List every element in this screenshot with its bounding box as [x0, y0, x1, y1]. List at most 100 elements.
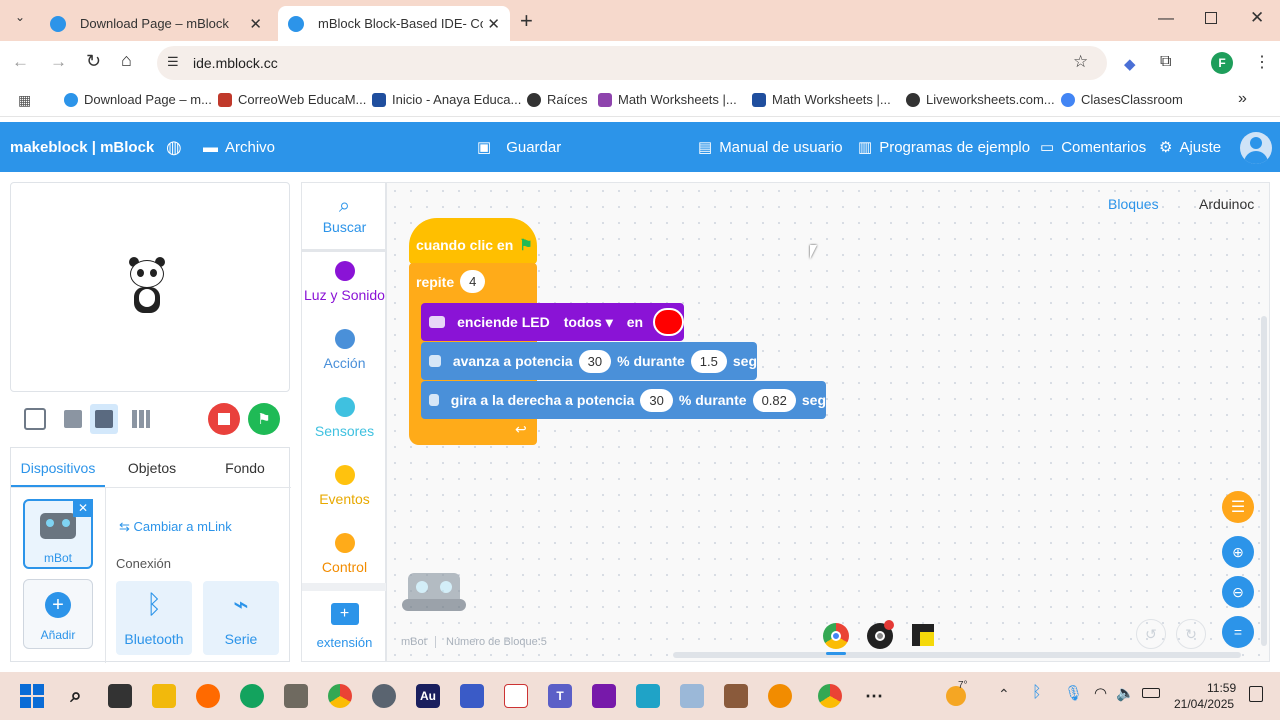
stop-button[interactable]: [208, 403, 240, 435]
turn-right-block[interactable]: gira a la derecha a potencia 30 % durant…: [421, 381, 826, 419]
reset-zoom-button[interactable]: =: [1222, 616, 1254, 648]
audition-icon[interactable]: Au: [416, 684, 440, 708]
game-app-icon[interactable]: [680, 684, 704, 708]
bookmark-star-icon[interactable]: ☆: [1073, 52, 1088, 72]
address-bar[interactable]: ☰ ide.mblock.cc ☆: [157, 46, 1107, 80]
panda-sprite[interactable]: [127, 257, 171, 319]
undo-icon[interactable]: ↺: [1136, 619, 1166, 649]
task-view-icon[interactable]: [108, 684, 132, 708]
category-control[interactable]: Control: [302, 533, 387, 575]
bluetooth-button[interactable]: ᛒ Bluetooth: [116, 581, 192, 655]
bookmark-item[interactable]: Inicio - Anaya Educa...: [372, 92, 521, 107]
more-apps-icon[interactable]: ⋯: [862, 684, 886, 708]
minecraft-icon[interactable]: [724, 684, 748, 708]
tab-mblock-ide[interactable]: mBlock Block-Based IDE- Codin ✕: [278, 6, 510, 41]
add-device-button[interactable]: + Añadir: [23, 579, 93, 649]
chrome-profile-icon[interactable]: [867, 620, 894, 649]
grid-view-icon[interactable]: [132, 410, 150, 428]
file-explorer-icon[interactable]: [152, 684, 176, 708]
user-avatar-icon[interactable]: [1240, 132, 1272, 164]
education-app-icon[interactable]: [636, 684, 660, 708]
settings-button[interactable]: ⚙ Ajuste: [1159, 122, 1221, 172]
windows-start-icon[interactable]: [20, 684, 44, 708]
close-window-icon[interactable]: ✕: [1250, 8, 1264, 28]
feedback-button[interactable]: ▭ Comentarios: [1040, 122, 1146, 172]
minimize-icon[interactable]: —: [1158, 10, 1174, 28]
chrome-active-icon[interactable]: [818, 684, 842, 708]
led-block[interactable]: enciende LED todos ▾ en: [421, 303, 684, 341]
tab-backdrops[interactable]: Fondo: [199, 460, 291, 476]
chrome-profile-icon[interactable]: [823, 623, 849, 649]
language-globe-icon[interactable]: ◍: [166, 122, 182, 172]
switch-mlink-link[interactable]: ⇆ Cambiar a mLink: [119, 519, 232, 535]
when-flag-clicked-block[interactable]: cuando clic en ⚑: [409, 218, 537, 264]
sticky-notes-icon[interactable]: [912, 624, 934, 646]
back-icon[interactable]: ←: [12, 52, 29, 72]
profile-avatar[interactable]: F: [1211, 52, 1233, 74]
collapse-panel-button[interactable]: ☰: [1222, 491, 1254, 523]
restore-icon[interactable]: [1205, 12, 1217, 24]
led-target-dropdown[interactable]: todos ▾: [564, 314, 613, 331]
browser-menu-icon[interactable]: ⋮: [1254, 52, 1270, 72]
redo-icon[interactable]: ↻: [1176, 619, 1206, 649]
move-power-input[interactable]: 30: [578, 349, 612, 373]
file-menu[interactable]: ▬ Archivo: [203, 122, 275, 172]
gimp-icon[interactable]: [284, 684, 308, 708]
category-sensors[interactable]: Sensores: [302, 397, 387, 439]
settings-gear-icon[interactable]: [372, 684, 396, 708]
extension-icon[interactable]: ◆: [1124, 55, 1136, 73]
zoom-in-button[interactable]: ⊕: [1222, 536, 1254, 568]
extensions-puzzle-icon[interactable]: ⧉: [1160, 53, 1171, 71]
bookmark-item[interactable]: Raíces: [527, 92, 587, 107]
notes-app-icon[interactable]: [504, 684, 528, 708]
extension-button[interactable]: + extensión: [302, 603, 387, 650]
turn-time-input[interactable]: 0.82: [752, 388, 796, 412]
bookmark-item[interactable]: Math Worksheets |...: [752, 92, 891, 107]
microphone-icon[interactable]: 🎙: [1064, 684, 1083, 702]
clock-date[interactable]: 21/04/2025: [1174, 697, 1234, 711]
bookmark-item[interactable]: Download Page – m...: [64, 92, 212, 107]
serial-button[interactable]: ⌁ Serie: [203, 581, 279, 655]
tray-chevron-icon[interactable]: ⌃: [998, 686, 1010, 703]
firefox-icon[interactable]: [196, 684, 220, 708]
remove-device-icon[interactable]: ✕: [73, 499, 93, 517]
horizontal-scrollbar[interactable]: [673, 652, 1241, 658]
edge-icon[interactable]: [240, 684, 264, 708]
forward-icon[interactable]: →: [50, 52, 67, 72]
large-stage-icon[interactable]: [90, 404, 118, 434]
more-bookmarks-icon[interactable]: »: [1238, 90, 1247, 108]
clock-time[interactable]: 11:59: [1207, 681, 1236, 695]
battery-icon[interactable]: [1142, 688, 1160, 698]
script-workspace[interactable]: Bloques Arduinoc cuando clic en ⚑ repite…: [386, 182, 1270, 662]
bluetooth-tray-icon[interactable]: ᛒ: [1032, 684, 1042, 702]
app-icon[interactable]: [460, 684, 484, 708]
tab-arduino[interactable]: Arduinoc: [1199, 196, 1254, 212]
teams-icon[interactable]: T: [548, 684, 572, 708]
category-events[interactable]: Eventos: [302, 465, 387, 507]
wifi-icon[interactable]: ◠: [1094, 684, 1107, 702]
zoom-out-button[interactable]: ⊖: [1222, 576, 1254, 608]
user-manual-button[interactable]: ▤ Manual de usuario: [698, 122, 843, 172]
home-icon[interactable]: ⌂: [121, 50, 132, 71]
tab-search-button[interactable]: ⌄: [10, 10, 30, 30]
save-button[interactable]: ▣ Guardar: [477, 122, 561, 172]
onenote-icon[interactable]: [592, 684, 616, 708]
chrome-icon[interactable]: [328, 684, 352, 708]
tab-devices[interactable]: Dispositivos: [11, 460, 105, 476]
bookmark-item[interactable]: ClasesClassroom: [1061, 92, 1183, 107]
examples-button[interactable]: ▥ Programas de ejemplo: [858, 122, 1030, 172]
small-stage-icon[interactable]: [64, 410, 82, 428]
green-flag-button[interactable]: ⚑: [248, 403, 280, 435]
move-forward-block[interactable]: avanza a potencia 30 % durante 1.5 seg: [421, 342, 757, 380]
scratch-cat-icon[interactable]: [768, 684, 792, 708]
site-info-icon[interactable]: ☰: [167, 54, 179, 70]
notification-icon[interactable]: [1249, 686, 1263, 702]
device-card-mbot[interactable]: mBot ✕: [23, 499, 93, 569]
led-color-picker[interactable]: [653, 308, 684, 336]
bookmark-item[interactable]: Math Worksheets |...: [598, 92, 737, 107]
close-tab-icon[interactable]: ✕: [249, 15, 262, 33]
tab-download-page[interactable]: Download Page – mBlock ✕: [40, 6, 272, 41]
tab-sprites[interactable]: Objetos: [105, 460, 199, 476]
turn-power-input[interactable]: 30: [640, 388, 673, 412]
apps-grid-icon[interactable]: ▦: [18, 92, 31, 109]
